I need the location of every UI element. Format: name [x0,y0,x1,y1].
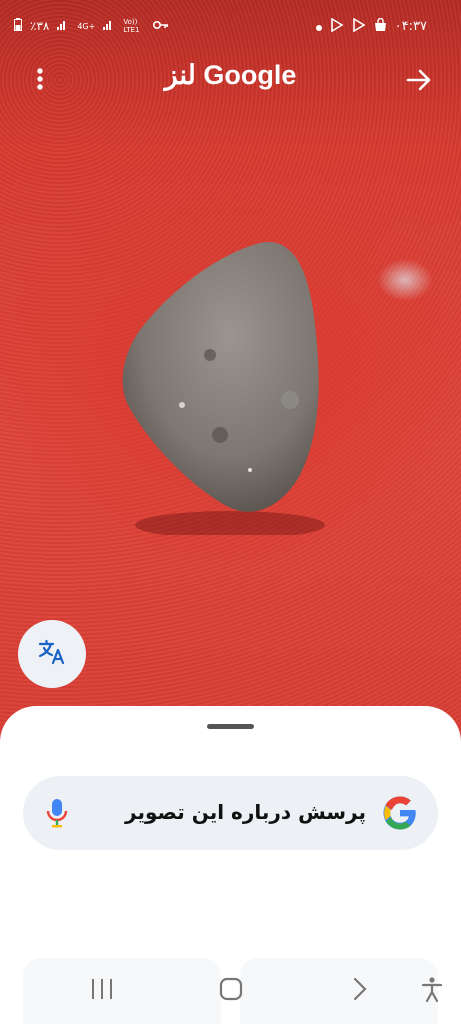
translate-button[interactable] [18,620,86,688]
accessibility-icon[interactable] [420,976,444,1006]
battery-percent: ٪۳۸ [30,19,50,33]
translate-icon [37,637,67,671]
clock: ۰۴:۳۷ [394,19,427,34]
google-g-icon [382,795,418,831]
signal-icon [103,19,115,33]
mic-icon[interactable] [45,797,69,829]
drag-handle[interactable] [207,724,254,729]
volte-label: Vo)) LTE1 [123,18,140,34]
key-icon [153,19,169,33]
battery-icon [14,18,22,34]
status-bar: ٪۳۸ 4G+ Vo)) LTE1 ۰۴:۳۷ [0,0,461,50]
network-4g-label: 4G+ [77,21,96,31]
home-icon[interactable] [218,976,244,1006]
dot-icon [315,20,322,34]
search-bar[interactable]: پرسش درباره این تصویر [23,776,438,850]
search-prompt: پرسش درباره این تصویر [125,800,366,824]
stone-image [122,241,325,535]
play-store-icon [352,17,366,35]
back-icon[interactable] [350,976,370,1006]
navigation-bar [0,958,461,1024]
nav-card-left [23,958,221,1024]
signal-icon [57,19,69,33]
top-bar: لنز Google [0,58,461,102]
page-title: لنز Google [164,60,297,90]
recents-icon[interactable] [90,976,114,1006]
nav-card-right [240,958,438,1024]
bag-icon [374,17,387,35]
arrow-right-icon[interactable] [405,66,433,94]
play-store-icon [330,17,344,35]
